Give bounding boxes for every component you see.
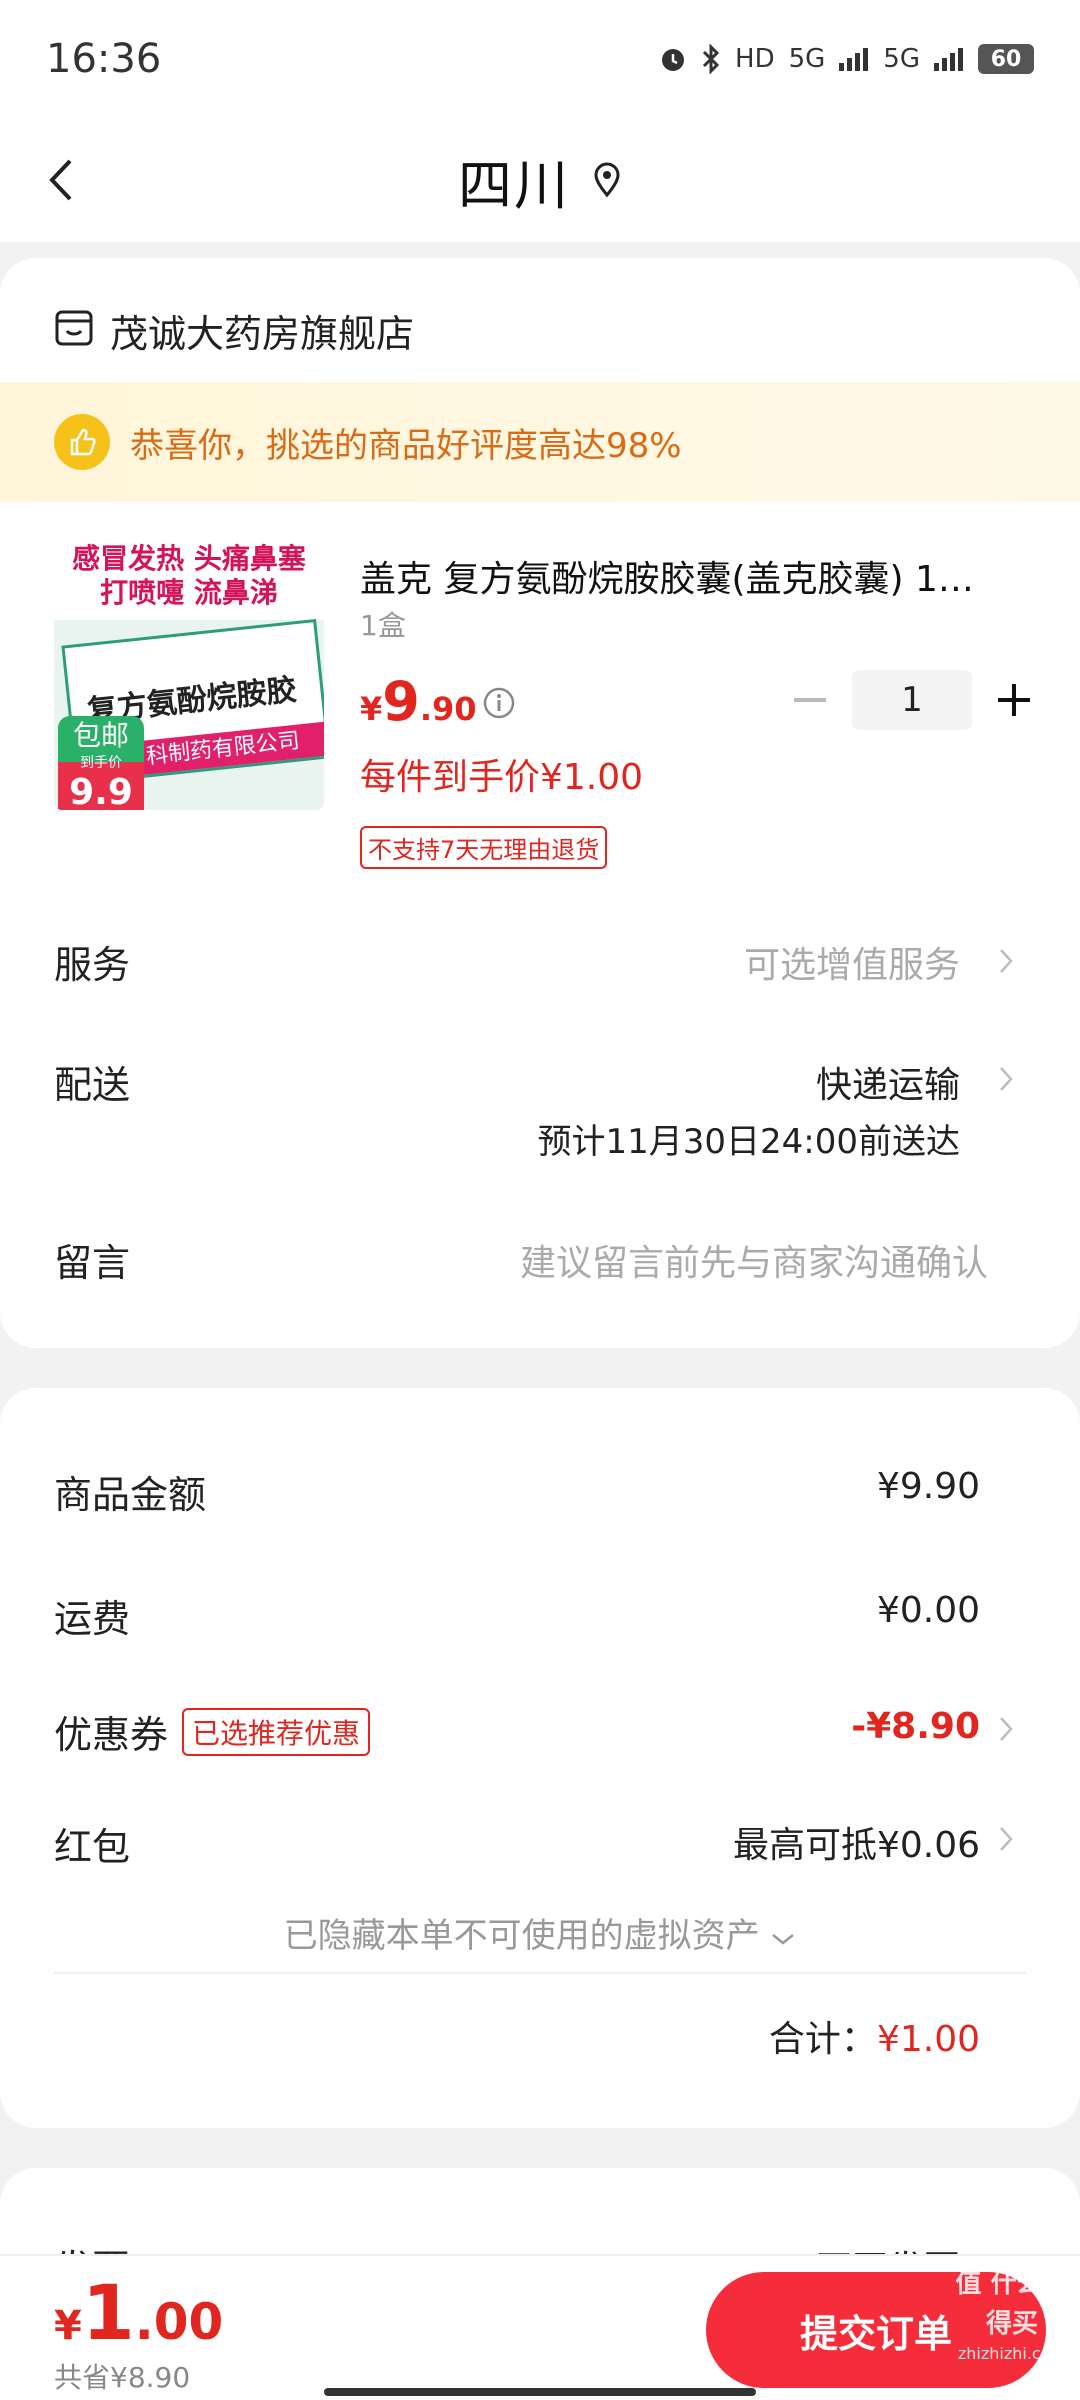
chevron-right-icon[interactable] — [998, 1064, 1014, 1098]
bottom-checkout-bar: ¥1.00 共省¥8.90 提交订单 — [0, 2254, 1080, 2400]
status-icons: HD 5G 5G 60 — [659, 44, 1034, 74]
signal-bars-icon-2 — [934, 47, 964, 71]
message-label: 留言 — [54, 1241, 131, 1285]
product-image[interactable]: 感冒发热 头痛鼻塞 打喷嚏 流鼻涕 复方氨酚烷胺胶囊 科制药有限公司 包邮 到手价… — [54, 540, 324, 810]
signal-5g-icon-2: 5G — [883, 44, 920, 74]
back-button[interactable] — [46, 146, 106, 214]
shop-row[interactable]: 茂诚大药房旗舰店 — [54, 298, 414, 362]
increase-button[interactable] — [984, 670, 1044, 730]
message-input[interactable]: 建议留言前先与商家沟通确认 — [520, 1234, 988, 1286]
divider — [54, 1972, 1026, 1974]
quantity-input[interactable]: 1 — [852, 670, 972, 730]
watermark-logo: 值 什么值得买 zhizhizhi.com — [955, 2269, 1069, 2363]
service-value[interactable]: 可选增值服务 — [744, 936, 960, 988]
status-time: 16:36 — [46, 36, 162, 82]
saved-amount: 共省¥8.90 — [54, 2361, 191, 2394]
location-pin-icon[interactable] — [592, 162, 622, 198]
chevron-right-icon[interactable] — [998, 1824, 1014, 1858]
chevron-right-icon[interactable] — [998, 946, 1014, 980]
bluetooth-icon — [701, 44, 721, 74]
order-card: 茂诚大药房旗舰店 恭喜你，挑选的商品好评度高达98% 感冒发热 头痛鼻塞 打喷嚏 … — [0, 258, 1080, 1348]
free-shipping-badge: 包邮 到手价 9.9 — [58, 716, 144, 810]
no-return-tag: 不支持7天无理由退货 — [360, 826, 608, 869]
thumbs-up-icon — [54, 414, 110, 470]
home-indicator[interactable] — [324, 2388, 756, 2396]
page-title: 四川 — [458, 153, 570, 217]
product-image-banner: 感冒发热 头痛鼻塞 打喷嚏 流鼻涕 — [54, 540, 324, 620]
delivery-eta: 预计11月30日24:00前送达 — [537, 1122, 960, 1162]
praise-text: 恭喜你，挑选的商品好评度高达98% — [130, 425, 682, 466]
quantity-stepper: 1 — [780, 670, 1044, 730]
hidden-assets-toggle[interactable]: 已隐藏本单不可使用的虚拟资产 — [0, 1908, 1080, 1957]
total-row: 合计：¥1.00 — [769, 2010, 980, 2062]
shop-name: 茂诚大药房旗舰店 — [110, 311, 415, 356]
shop-icon — [54, 309, 94, 351]
info-icon[interactable] — [482, 686, 516, 724]
product-price: ¥9.90 — [360, 670, 477, 733]
total-label: 合计： — [768, 2019, 877, 2060]
unit-price: 每件到手价¥1.00 — [360, 757, 644, 798]
delivery-label: 配送 — [54, 1063, 131, 1107]
pay-amount: ¥1.00 — [54, 2268, 224, 2357]
coupon-label: 优惠券 — [54, 1713, 169, 1757]
shipping-label: 运费 — [54, 1597, 131, 1641]
goods-amount-label: 商品金额 — [54, 1473, 207, 1517]
hd-icon: HD — [735, 44, 775, 74]
coupon-value[interactable]: -¥8.90 — [851, 1706, 980, 1747]
status-bar: 16:36 HD 5G 5G 60 — [0, 0, 1080, 118]
page-header: 四川 — [0, 118, 1080, 242]
product-spec: 1盒 — [360, 609, 406, 642]
signal-bars-icon — [839, 47, 869, 71]
redpacket-label: 红包 — [54, 1825, 131, 1869]
goods-amount-value: ¥9.90 — [876, 1466, 980, 1507]
chevron-down-icon — [772, 1934, 795, 1945]
total-value: ¥1.00 — [876, 2019, 980, 2060]
service-label: 服务 — [54, 943, 131, 987]
battery-icon: 60 — [978, 44, 1034, 74]
shipping-value: ¥0.00 — [876, 1590, 980, 1631]
decrease-button[interactable] — [780, 670, 840, 730]
chevron-right-icon[interactable] — [998, 1714, 1014, 1748]
alarm-icon — [659, 45, 687, 73]
hidden-assets-text: 已隐藏本单不可使用的虚拟资产 — [283, 1916, 760, 1956]
signal-5g-icon: 5G — [788, 44, 826, 74]
chevron-left-icon — [49, 159, 72, 201]
delivery-method[interactable]: 快递运输 — [816, 1056, 960, 1108]
coupon-tag: 已选推荐优惠 — [182, 1707, 371, 1756]
coupon-row[interactable]: 优惠券 已选推荐优惠 — [54, 1704, 371, 1759]
price-summary-card: 商品金额 ¥9.90 运费 ¥0.00 优惠券 已选推荐优惠 -¥8.90 红包… — [0, 1388, 1080, 2128]
product-title[interactable]: 盖克 复方氨酚烷胺胶囊(盖克胶囊) 1… — [360, 550, 1020, 602]
redpacket-value[interactable]: 最高可抵¥0.06 — [733, 1816, 980, 1868]
praise-banner: 恭喜你，挑选的商品好评度高达98% — [0, 382, 1080, 502]
